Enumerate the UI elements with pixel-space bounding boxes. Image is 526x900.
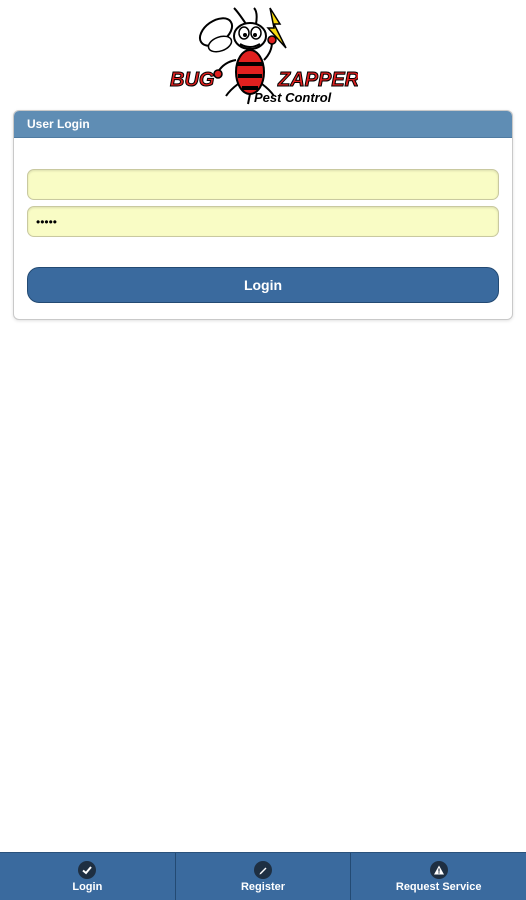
app-page: BUG ZAPPERS Pest Control User Login Logi… [0, 0, 526, 900]
logo-word-zappers: ZAPPERS [277, 69, 358, 91]
logo-word-bug: BUG [170, 69, 214, 91]
logo-tagline: Pest Control [254, 90, 332, 105]
nav-label: Request Service [395, 880, 482, 893]
nav-item-register[interactable]: Register [176, 853, 352, 900]
logo: BUG ZAPPERS Pest Control [0, 4, 526, 106]
password-field[interactable] [27, 206, 499, 237]
bee-mascot-icon: BUG ZAPPERS Pest Control [170, 7, 358, 105]
login-button[interactable]: Login [27, 267, 499, 303]
nav-item-request-service[interactable]: Request Service [351, 853, 526, 900]
checkmark-icon [78, 860, 97, 879]
nav-label: Login [72, 880, 103, 893]
nav-label: Register [240, 880, 286, 893]
panel-title: User Login [14, 111, 512, 138]
user-login-panel: User Login Login [13, 110, 513, 320]
warning-icon [429, 860, 448, 879]
bottom-nav-bar: Login Register Request Service [0, 852, 526, 900]
username-field[interactable] [27, 169, 499, 200]
nav-item-login[interactable]: Login [0, 853, 176, 900]
pencil-icon [254, 860, 272, 879]
